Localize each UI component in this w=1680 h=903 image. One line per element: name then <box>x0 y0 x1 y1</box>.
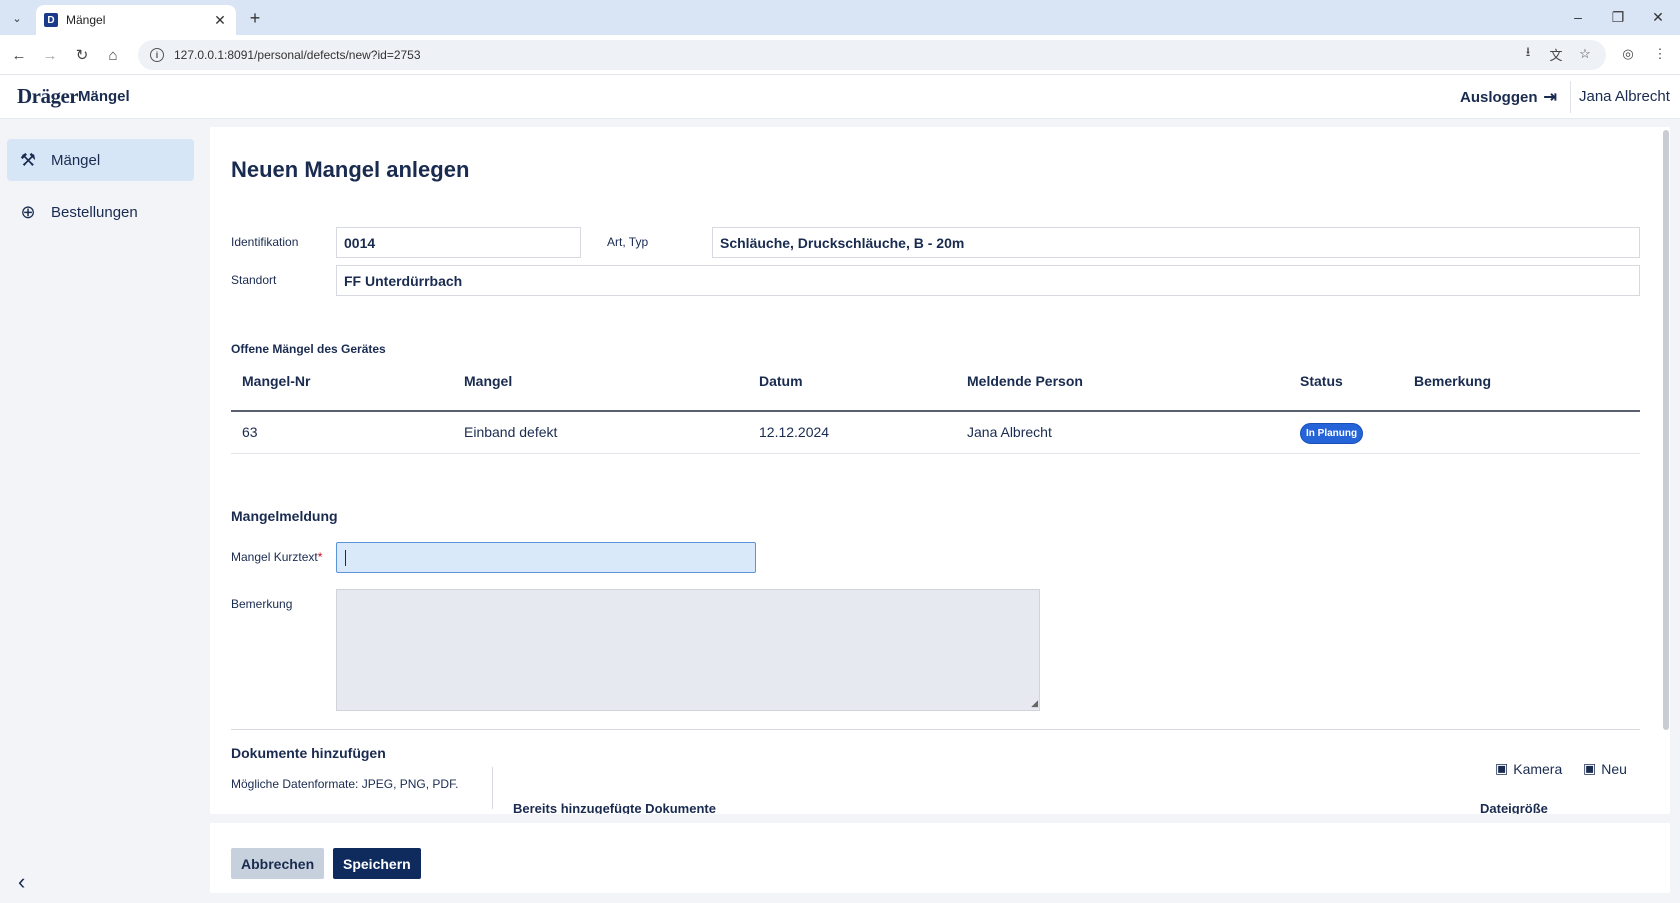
minimize-icon[interactable]: – <box>1563 6 1593 28</box>
col-header-datum: Datum <box>759 373 803 389</box>
cancel-button[interactable]: Abbrechen <box>231 848 325 879</box>
cell-mangel: Einband defekt <box>464 424 558 440</box>
browser-menu-icon[interactable]: ⋮ <box>1650 44 1670 64</box>
cell-mangel-nr: 63 <box>242 424 258 440</box>
home-icon[interactable]: ⌂ <box>101 43 125 67</box>
new-label: Neu <box>1601 760 1627 777</box>
status-badge: In Planung <box>1300 423 1364 444</box>
bookmark-star-icon[interactable]: ☆ <box>1575 44 1595 64</box>
sidebar-item-bestellungen[interactable]: ⊕ Bestellungen <box>7 191 194 233</box>
identifikation-label: Identifikation <box>231 235 299 249</box>
documents-divider <box>492 767 493 809</box>
sidebar-item-label: Mängel <box>51 151 101 169</box>
kurztext-label-text: Mangel Kurztext <box>231 550 318 564</box>
table-header-divider <box>231 410 1640 412</box>
sidebar: ⚒ Mängel ⊕ Bestellungen ‹ <box>0 120 205 903</box>
save-button[interactable]: Speichern <box>333 848 421 879</box>
address-bar[interactable]: i 127.0.0.1:8091/personal/defects/new?id… <box>138 40 1606 70</box>
site-info-icon[interactable]: i <box>150 48 164 62</box>
app-title: Mängel <box>78 88 130 105</box>
profile-icon[interactable]: ◎ <box>1618 44 1638 64</box>
art-typ-label: Art, Typ <box>607 235 649 249</box>
text-caret <box>345 550 346 566</box>
row-divider <box>231 453 1640 454</box>
col-header-bemerkung: Bemerkung <box>1414 373 1492 389</box>
standort-label: Standort <box>231 273 277 287</box>
section-divider <box>231 729 1640 730</box>
added-documents-heading: Bereits hinzugefügte Dokumente <box>513 801 716 814</box>
main-scrollbar[interactable] <box>1663 130 1669 730</box>
app-header: Dräger Mängel Ausloggen ⇥ Jana Albrecht <box>0 75 1680 119</box>
filesize-heading: Dateigröße <box>1480 801 1548 814</box>
form-footer: Abbrechen Speichern <box>210 823 1670 893</box>
install-app-icon[interactable]: ⭳ <box>1518 44 1538 64</box>
window-close-icon[interactable]: ✕ <box>1643 6 1673 28</box>
globe-icon: ⊕ <box>20 201 36 222</box>
resize-handle-icon[interactable]: ◢ <box>1031 698 1038 709</box>
tab-search-chevron-icon[interactable]: ⌄ <box>6 7 28 29</box>
col-header-mangel: Mangel <box>464 373 513 389</box>
standort-field[interactable]: FF Unterdürrbach <box>336 265 1640 296</box>
kurztext-label: Mangel Kurztext* <box>231 550 322 564</box>
new-tab-plus-icon[interactable]: + <box>244 7 266 29</box>
user-name[interactable]: Jana Albrecht <box>1579 88 1670 105</box>
cell-datum: 12.12.2024 <box>759 424 830 440</box>
col-header-status: Status <box>1300 373 1343 389</box>
brand-logo[interactable]: Dräger <box>17 84 79 109</box>
logout-label: Ausloggen <box>1460 88 1538 106</box>
col-header-mangel-nr: Mangel-Nr <box>242 373 311 389</box>
restore-icon[interactable]: ❐ <box>1603 6 1633 28</box>
tab-title: Mängel <box>66 13 106 27</box>
camera-button[interactable]: ▣ Kamera <box>1495 760 1562 777</box>
forward-arrow-icon[interactable]: → <box>38 43 62 67</box>
reload-icon[interactable]: ↻ <box>70 43 94 67</box>
bemerkung-label: Bemerkung <box>231 597 293 611</box>
translate-icon[interactable]: 文 <box>1546 44 1566 64</box>
camera-label: Kamera <box>1513 760 1563 777</box>
bemerkung-textarea[interactable]: ◢ <box>336 589 1040 711</box>
browser-tab-bar: ⌄ D Mängel ✕ + – ❐ ✕ <box>0 0 1680 35</box>
main-content: Neuen Mangel anlegen Identifikation 0014… <box>210 127 1670 814</box>
camera-icon: ▣ <box>1495 760 1509 776</box>
header-divider <box>1570 81 1571 113</box>
browser-toolbar: ← → ↻ ⌂ i 127.0.0.1:8091/personal/defect… <box>0 35 1680 75</box>
documents-heading: Dokumente hinzufügen <box>231 745 386 761</box>
url-text: 127.0.0.1:8091/personal/defects/new?id=2… <box>174 48 421 62</box>
page-title: Neuen Mangel anlegen <box>231 157 470 182</box>
mangelmeldung-heading: Mangelmeldung <box>231 508 338 524</box>
kurztext-input[interactable] <box>336 542 756 573</box>
required-marker: * <box>317 550 323 564</box>
camera-icon: ▣ <box>1583 760 1597 776</box>
identifikation-field[interactable]: 0014 <box>336 227 581 258</box>
open-defects-heading: Offene Mängel des Gerätes <box>231 342 386 356</box>
art-typ-field[interactable]: Schläuche, Druckschläuche, B - 20m <box>712 227 1640 258</box>
col-header-meldende-person: Meldende Person <box>967 373 1083 389</box>
back-arrow-icon[interactable]: ← <box>7 43 31 67</box>
new-document-button[interactable]: ▣ Neu <box>1583 760 1627 777</box>
browser-tab[interactable]: D Mängel ✕ <box>36 5 236 35</box>
collapse-sidebar-chevron-icon[interactable]: ‹ <box>18 869 25 895</box>
logout-button[interactable]: Ausloggen ⇥ <box>1460 87 1557 107</box>
logout-icon: ⇥ <box>1543 89 1557 106</box>
cell-person: Jana Albrecht <box>967 424 1052 440</box>
sidebar-item-label: Bestellungen <box>51 203 138 221</box>
sidebar-item-maengel[interactable]: ⚒ Mängel <box>7 139 194 181</box>
tab-close-icon[interactable]: ✕ <box>210 10 230 30</box>
favicon-icon: D <box>44 13 58 27</box>
tools-icon: ⚒ <box>19 149 37 170</box>
formats-text: Mögliche Datenformate: JPEG, PNG, PDF. <box>231 777 459 791</box>
